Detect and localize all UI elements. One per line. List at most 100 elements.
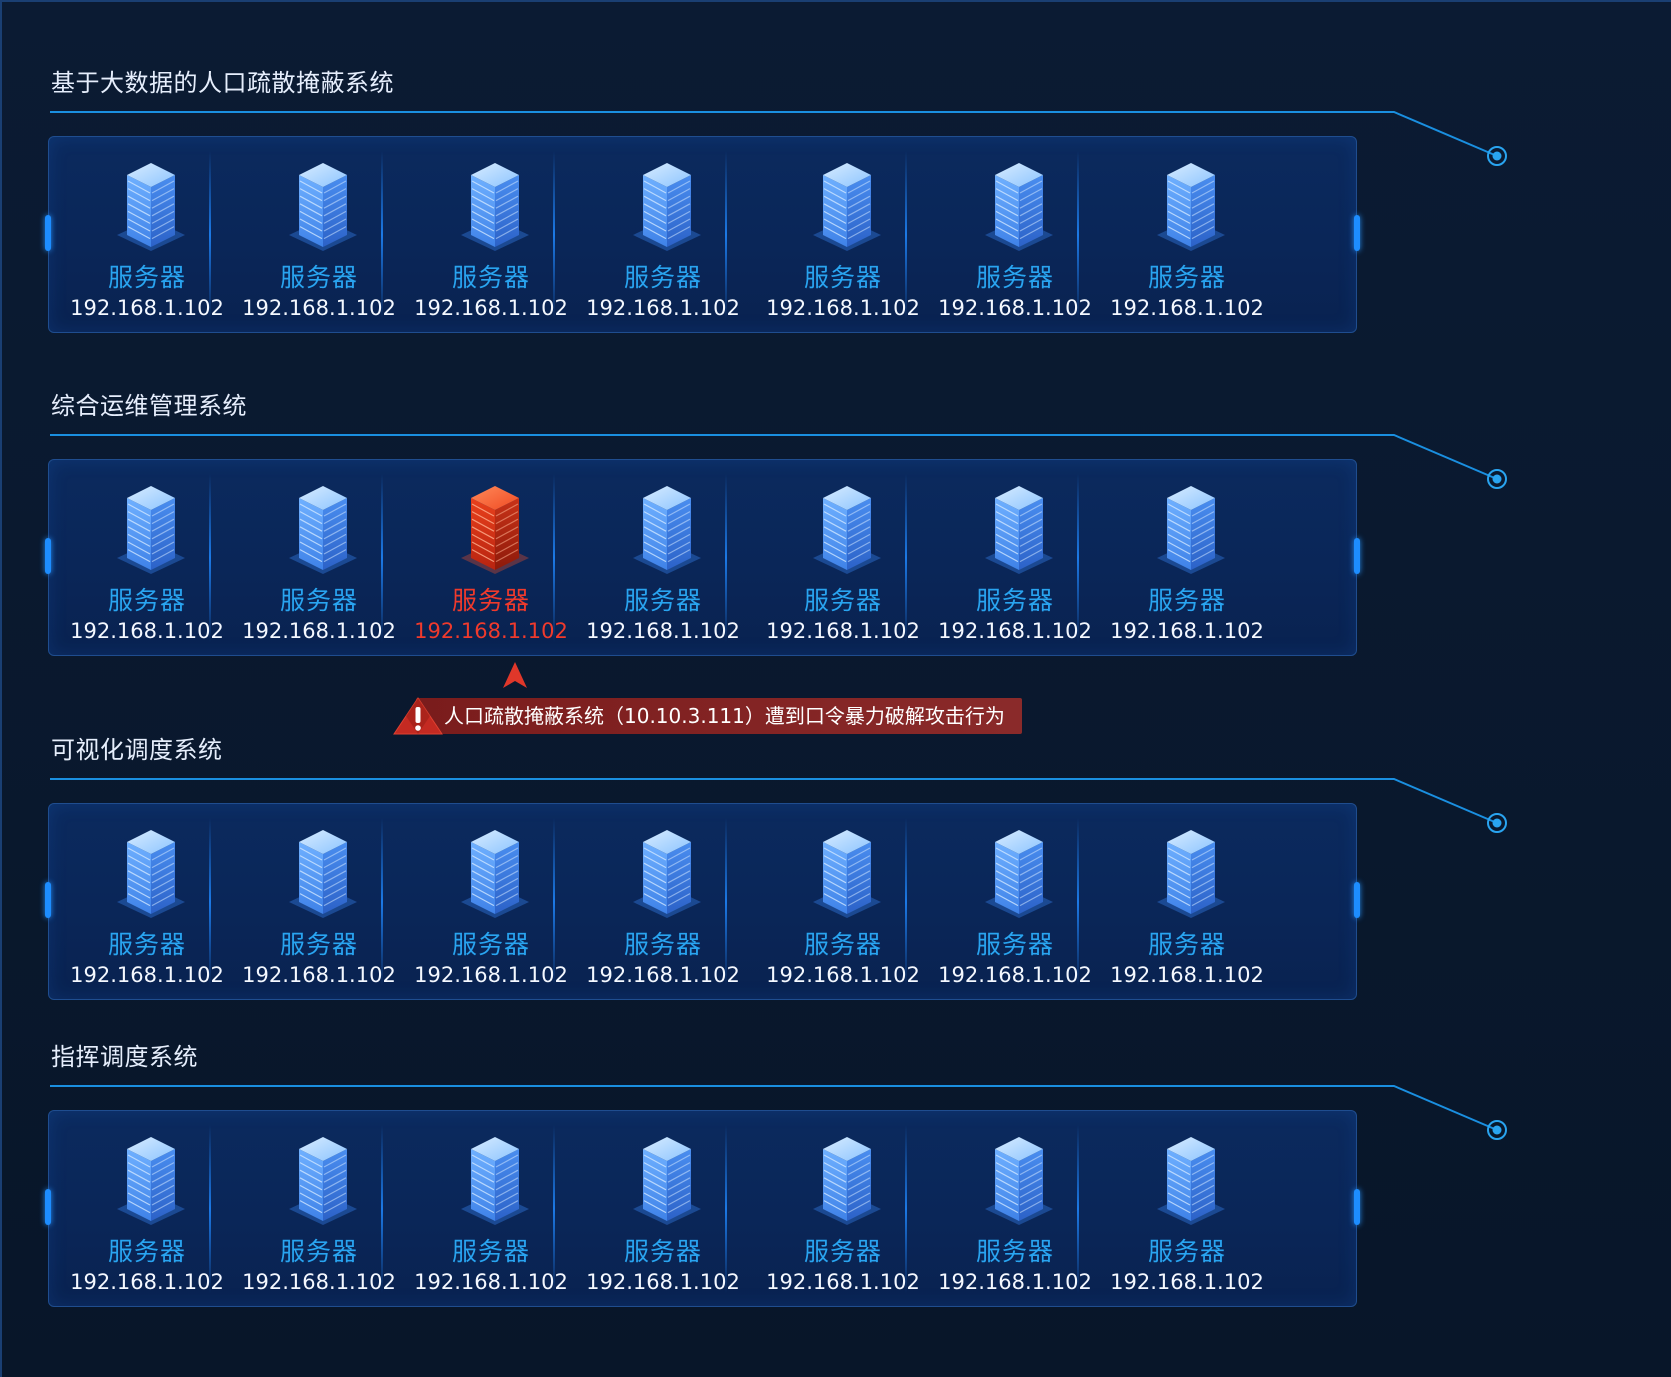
server-name: 服务器 [451,1237,530,1266]
server-name: 服务器 [623,1237,702,1266]
server-item[interactable]: 服务器 192.168.1.102 [233,1111,405,1306]
server-ip: 192.168.1.102 [1110,963,1264,987]
server-icon [629,480,705,576]
server-ip: 192.168.1.102 [242,619,396,643]
server-item[interactable]: 服务器 192.168.1.102 [233,804,405,999]
server-icon [113,1131,189,1227]
server-ip: 192.168.1.102 [1110,619,1264,643]
server-item[interactable]: 服务器 192.168.1.102 [577,460,749,655]
server-ip: 192.168.1.102 [242,1270,396,1294]
alert-banner[interactable]: 人口疏散掩蔽系统（10.10.3.111）遭到口令暴力破解攻击行为 [392,696,1022,736]
server-icon [809,1131,885,1227]
server-item[interactable]: 服务器 192.168.1.102 [577,1111,749,1306]
server-ip: 192.168.1.102 [938,296,1092,320]
server-name: 服务器 [623,586,702,615]
server-ip: 192.168.1.102 [766,963,920,987]
system-group: 指挥调度系统 服务器 192.168.1.102 服务器 192.168.1.102 服务… [2,1042,1671,1310]
server-ip: 192.168.1.102 [938,619,1092,643]
server-item[interactable]: 服务器 192.168.1.102 [405,804,577,999]
server-name: 服务器 [107,1237,186,1266]
server-item[interactable]: 服务器 192.168.1.102 [757,1111,929,1306]
server-icon [629,824,705,920]
server-item[interactable]: 服务器 192.168.1.102 [577,137,749,332]
server-panel: 服务器 192.168.1.102 服务器 192.168.1.102 服务器 192.1… [45,803,1360,1000]
connector-node-icon [1487,146,1507,166]
server-item[interactable]: 服务器 192.168.1.102 [1101,460,1273,655]
server-ip: 192.168.1.102 [70,1270,224,1294]
warning-icon [392,696,446,736]
server-name: 服务器 [1147,263,1226,292]
server-list: 服务器 192.168.1.102 服务器 192.168.1.102 服务器 192.1… [49,804,1356,999]
server-icon [629,1131,705,1227]
system-group: 综合运维管理系统服务器 192.168.1.102 服务器 192.168.1.102… [2,391,1671,659]
server-icon [981,480,1057,576]
server-item[interactable]: 服务器 192.168.1.102 [757,804,929,999]
server-ip: 192.168.1.102 [414,296,568,320]
server-ip: 192.168.1.102 [70,296,224,320]
connector-node-icon [1487,813,1507,833]
server-ip: 192.168.1.102 [586,619,740,643]
server-item[interactable]: 服务器 192.168.1.102 [1101,1111,1273,1306]
server-icon [457,1131,533,1227]
server-ip: 192.168.1.102 [1110,1270,1264,1294]
server-item[interactable]: 服务器 192.168.1.102 [929,460,1101,655]
server-ip: 192.168.1.102 [70,619,224,643]
server-ip: 192.168.1.102 [938,963,1092,987]
server-ip: 192.168.1.102 [766,1270,920,1294]
server-item[interactable]: 服务器 192.168.1.102 [233,137,405,332]
server-name: 服务器 [451,930,530,959]
server-name: 服务器 [803,586,882,615]
server-item[interactable]: 服务器 192.168.1.102 [577,804,749,999]
server-item[interactable]: 服务器 192.168.1.102 [1101,137,1273,332]
server-item[interactable]: 服务器 192.168.1.102 [757,460,929,655]
server-icon [981,1131,1057,1227]
server-item[interactable]: 服务器 192.168.1.102 [929,137,1101,332]
server-name: 服务器 [279,1237,358,1266]
server-icon [457,157,533,253]
server-icon [285,1131,361,1227]
server-item[interactable]: 服务器 192.168.1.102 [61,137,233,332]
server-icon [1153,480,1229,576]
server-name: 服务器 [451,263,530,292]
server-item[interactable]: 服务器 192.168.1.102 [61,460,233,655]
server-item[interactable]: 服务器 192.168.1.102 [929,804,1101,999]
server-icon [113,824,189,920]
server-ip: 192.168.1.102 [414,963,568,987]
server-icon [1153,824,1229,920]
system-group: 可视化调度系统 服务器 192.168.1.102 服务器 192.168.1.102 服… [2,735,1671,1003]
server-name: 服务器 [107,263,186,292]
server-item[interactable]: 服务器 192.168.1.102 [233,460,405,655]
server-panel: 服务器 192.168.1.102 服务器 192.168.1.102 服务器 192.1… [45,459,1360,656]
server-item[interactable]: 服务器 192.168.1.102 [61,804,233,999]
server-item[interactable]: 服务器 192.168.1.102 [1101,804,1273,999]
server-icon [629,157,705,253]
server-ip: 192.168.1.102 [414,619,568,643]
server-item[interactable]: 服务器 192.168.1.102 [757,137,929,332]
server-list: 服务器 192.168.1.102 服务器 192.168.1.102 服务器 192.1… [49,1111,1356,1306]
group-title: 综合运维管理系统 [51,392,247,420]
server-item[interactable]: 服务器 192.168.1.102 [405,1111,577,1306]
server-ip: 192.168.1.102 [586,963,740,987]
server-panel: 服务器 192.168.1.102 服务器 192.168.1.102 服务器 192.1… [45,1110,1360,1307]
server-name: 服务器 [803,930,882,959]
server-ip: 192.168.1.102 [586,1270,740,1294]
server-icon [981,157,1057,253]
server-item[interactable]: 服务器 192.168.1.102 [405,137,577,332]
server-ip: 192.168.1.102 [242,296,396,320]
server-list: 服务器 192.168.1.102 服务器 192.168.1.102 服务器 192.1… [49,460,1356,655]
server-item[interactable]: 服务器 192.168.1.102 [61,1111,233,1306]
server-ip: 192.168.1.102 [766,296,920,320]
server-name: 服务器 [107,930,186,959]
server-name: 服务器 [975,263,1054,292]
server-ip: 192.168.1.102 [766,619,920,643]
server-item-alert[interactable]: 服务器 192.168.1.102 [405,460,577,655]
server-icon [113,480,189,576]
server-icon [981,824,1057,920]
server-item[interactable]: 服务器 192.168.1.102 [929,1111,1101,1306]
server-alert-icon [457,480,533,576]
server-ip: 192.168.1.102 [586,296,740,320]
server-list: 服务器 192.168.1.102 服务器 192.168.1.102 服务器 192.1… [49,137,1356,332]
server-icon [113,157,189,253]
server-icon [457,824,533,920]
server-name: 服务器 [975,1237,1054,1266]
